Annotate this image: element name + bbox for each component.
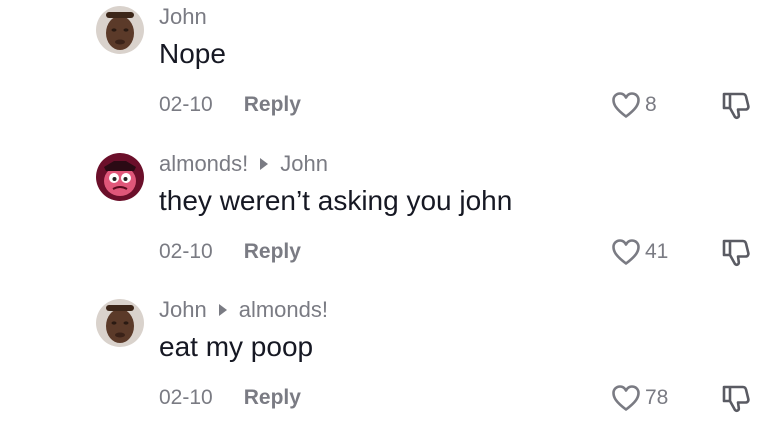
like-button[interactable]: 41 [611,236,668,268]
comment-item: John Nope 02-10 Reply 8 [0,0,776,146]
comment-date: 02-10 [159,240,213,263]
play-arrow-icon [218,304,227,316]
comment-text: Nope [159,38,226,69]
comment-date: 02-10 [159,386,213,409]
reply-button[interactable]: Reply [244,93,301,117]
author-name[interactable]: almonds! [159,151,248,177]
like-count: 41 [645,240,669,263]
avatar[interactable] [96,6,144,54]
thumbs-down-icon [722,385,750,412]
heart-icon [612,239,640,265]
comment-date: 02-10 [159,93,213,116]
avatar[interactable] [96,299,144,347]
comment-footer: 02-10 Reply [159,89,301,121]
comment-text: they weren’t asking you john [159,185,513,216]
comment-item: almonds! John they weren’t asking you jo… [0,147,776,293]
like-button[interactable]: 8 [611,89,657,121]
reply-button[interactable]: Reply [244,240,301,264]
comment-footer: 02-10 Reply [159,236,301,268]
like-count: 78 [645,386,669,409]
heart-icon [612,92,640,118]
thumbs-down-icon [722,239,750,266]
comment-meta: John almonds! [159,295,328,325]
heart-icon [612,385,640,411]
reply-to-name[interactable]: almonds! [239,297,328,323]
comment-meta: almonds! John [159,149,328,179]
dislike-button[interactable] [719,235,753,274]
comment-item: John almonds! eat my poop 02-10 Reply 78 [0,293,776,439]
dislike-button[interactable] [719,88,753,127]
reply-button[interactable]: Reply [244,386,301,410]
thumbs-down-icon [722,92,750,119]
author-name[interactable]: John [159,297,207,323]
avatar[interactable] [96,153,144,201]
author-name[interactable]: John [159,4,207,30]
dislike-button[interactable] [719,381,753,420]
reply-to-name[interactable]: John [280,151,328,177]
comment-footer: 02-10 Reply [159,382,301,414]
play-arrow-icon [260,158,269,170]
comment-text: eat my poop [159,331,314,362]
like-count: 8 [645,93,657,116]
like-button[interactable]: 78 [611,382,668,414]
comment-meta: John [159,2,207,32]
